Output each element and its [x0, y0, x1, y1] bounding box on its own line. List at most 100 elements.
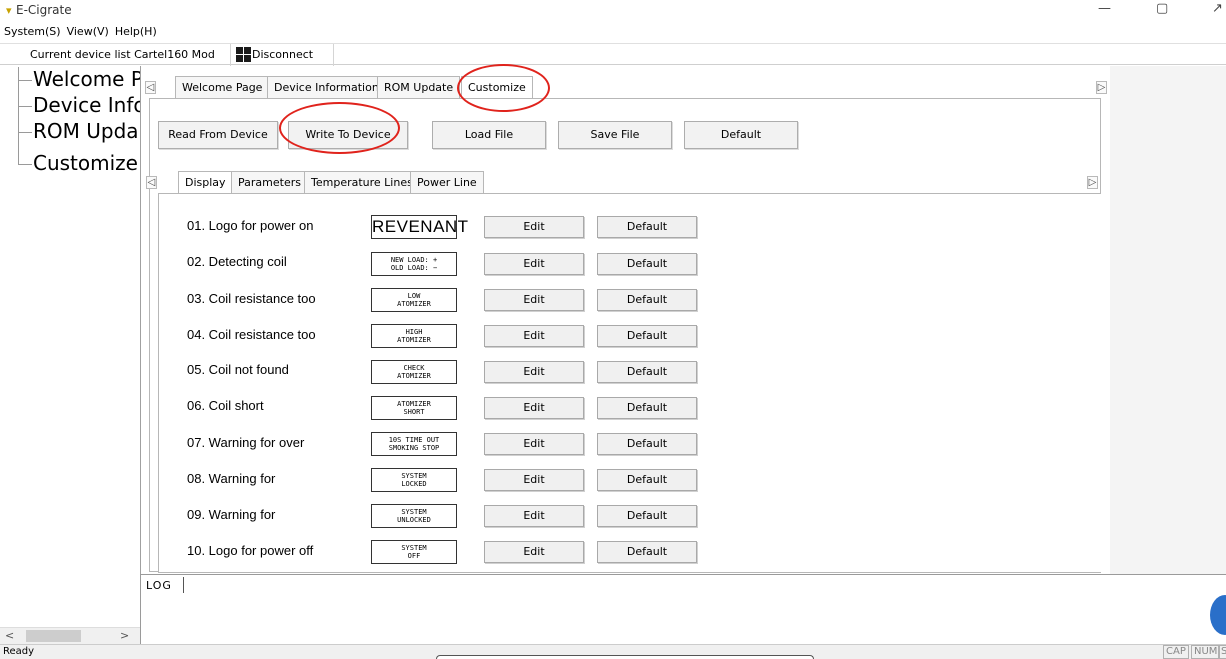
preview-low-atomizer: LOW ATOMIZER: [371, 288, 457, 312]
cap-indicator: CAP: [1163, 645, 1189, 659]
preview-system-off: SYSTEM OFF: [371, 540, 457, 564]
toolbar-separator: [333, 44, 334, 66]
app-icon: ▾: [6, 4, 12, 17]
tree-item-device-info[interactable]: Device Info: [33, 93, 140, 117]
scroll-right-icon[interactable]: >: [120, 629, 129, 642]
scroll-indicator: S: [1218, 645, 1226, 659]
scrollbar-thumb[interactable]: [26, 630, 81, 642]
logo-preview-power-on: REVENANT: [371, 215, 468, 239]
save-file-button[interactable]: Save File: [558, 121, 672, 149]
disconnect-icon: [236, 47, 251, 62]
row-label-1: 01. Logo for power on: [187, 218, 314, 233]
device-name: Cartel160 Mod: [134, 48, 215, 61]
scroll-left-icon[interactable]: <: [5, 629, 14, 642]
edit-button[interactable]: Edit: [484, 216, 584, 238]
default-button[interactable]: Default: [597, 397, 697, 419]
default-button[interactable]: Default: [597, 253, 697, 275]
load-file-button[interactable]: Load File: [432, 121, 546, 149]
tab-scroll-left-icon[interactable]: ◁: [145, 81, 156, 94]
num-indicator: NUM: [1191, 645, 1221, 659]
tab-welcome-page[interactable]: Welcome Page: [175, 76, 270, 98]
row-label-10: 10. Logo for power off: [187, 543, 314, 558]
toolbar-separator: [230, 44, 231, 66]
display-settings-list: 01. Logo for power on REVENANT Edit Defa…: [158, 193, 1101, 573]
tree-connector: [18, 106, 32, 107]
row-label-9: 09. Warning for: [187, 507, 276, 522]
disconnect-label: Disconnect: [252, 48, 314, 61]
log-label: LOG: [146, 579, 172, 592]
title-bar: ▾ E-Cigrate — ▢ ↗: [0, 0, 1226, 22]
edit-button[interactable]: Edit: [484, 253, 584, 275]
tab-power-line[interactable]: Power Line: [410, 171, 484, 193]
edit-button[interactable]: Edit: [484, 505, 584, 527]
default-button[interactable]: Default: [597, 289, 697, 311]
default-button[interactable]: Default: [597, 469, 697, 491]
tree-connector: [18, 80, 32, 81]
tree-horizontal-scrollbar[interactable]: < >: [0, 627, 140, 644]
log-divider: [183, 577, 184, 593]
tab-device-information[interactable]: Device Information: [267, 76, 386, 98]
navigation-tree: Welcome P Device Info ROM Upda Customize: [0, 67, 140, 627]
read-from-device-button[interactable]: Read From Device: [158, 121, 278, 149]
tree-item-rom-update[interactable]: ROM Upda: [33, 119, 139, 143]
customize-panel: Read From Device Write To Device Load Fi…: [146, 98, 1102, 573]
menu-help[interactable]: Help(H): [111, 22, 159, 38]
menu-system[interactable]: System(S): [0, 22, 63, 38]
preview-check-atomizer: CHECK ATOMIZER: [371, 360, 457, 384]
edit-button[interactable]: Edit: [484, 325, 584, 347]
tree-connector: [18, 67, 19, 165]
status-text: Ready: [3, 646, 35, 657]
subtab-scroll-left-icon[interactable]: ◁: [146, 176, 157, 189]
preview-system-unlocked: SYSTEM UNLOCKED: [371, 504, 457, 528]
edit-button[interactable]: Edit: [484, 397, 584, 419]
top-tab-bar: ◁ Welcome Page Device Information ROM Up…: [141, 76, 1111, 99]
minimize-button[interactable]: —: [1098, 1, 1111, 16]
tab-parameters[interactable]: Parameters: [231, 171, 308, 193]
default-button[interactable]: Default: [597, 216, 697, 238]
device-list-label: Current device list Cartel160 Mod: [30, 48, 215, 61]
tab-scroll-right-icon[interactable]: ▷: [1096, 81, 1107, 94]
row-label-2: 02. Detecting coil: [187, 254, 287, 269]
edit-button[interactable]: Edit: [484, 541, 584, 563]
row-label-6: 06. Coil short: [187, 398, 264, 413]
maximize-button[interactable]: ▢: [1156, 1, 1168, 16]
default-button[interactable]: Default: [597, 541, 697, 563]
preview-time-out: 10S TIME OUT SMOKING STOP: [371, 432, 457, 456]
subtab-scroll-right-icon[interactable]: ▷: [1087, 176, 1098, 189]
preview-high-atomizer: HIGH ATOMIZER: [371, 324, 457, 348]
log-panel: LOG: [140, 574, 1226, 644]
default-button[interactable]: Default: [597, 325, 697, 347]
edit-button[interactable]: Edit: [484, 289, 584, 311]
preview-detecting-coil: NEW LOAD: + OLD LOAD: −: [371, 252, 457, 276]
row-label-4: 04. Coil resistance too: [187, 327, 316, 342]
default-button[interactable]: Default: [597, 361, 697, 383]
edit-button[interactable]: Edit: [484, 433, 584, 455]
default-button[interactable]: Default: [597, 433, 697, 455]
menu-view[interactable]: View(V): [63, 22, 111, 38]
right-empty-area: [1110, 66, 1226, 574]
window-title: E-Cigrate: [16, 3, 72, 17]
tree-item-welcome[interactable]: Welcome P: [33, 67, 140, 91]
menu-bar: System(S) View(V) Help(H): [0, 22, 1226, 42]
row-label-3: 03. Coil resistance too: [187, 291, 316, 306]
taskbar-edge: [436, 655, 814, 659]
tab-temperature-lines[interactable]: Temperature Lines: [304, 171, 420, 193]
row-label-7: 07. Warning for over: [187, 435, 305, 450]
disconnect-button[interactable]: Disconnect: [236, 47, 313, 62]
main-content: ◁ Welcome Page Device Information ROM Up…: [140, 66, 1110, 574]
edit-button[interactable]: Edit: [484, 361, 584, 383]
edit-button[interactable]: Edit: [484, 469, 584, 491]
preview-system-locked: SYSTEM LOCKED: [371, 468, 457, 492]
tree-item-customize[interactable]: Customize: [33, 151, 138, 175]
restore-button[interactable]: ↗: [1212, 1, 1223, 16]
tree-connector: [18, 164, 32, 165]
default-all-button[interactable]: Default: [684, 121, 798, 149]
default-button[interactable]: Default: [597, 505, 697, 527]
tab-display[interactable]: Display: [178, 171, 233, 194]
tab-rom-update[interactable]: ROM Update: [377, 76, 461, 98]
write-to-device-button[interactable]: Write To Device: [288, 121, 408, 149]
sub-tab-bar: ◁ Display Parameters Temperature Lines P…: [146, 171, 1102, 194]
preview-atomizer-short: ATOMIZER SHORT: [371, 396, 457, 420]
row-label-5: 05. Coil not found: [187, 362, 289, 377]
tab-customize[interactable]: Customize: [461, 76, 533, 99]
